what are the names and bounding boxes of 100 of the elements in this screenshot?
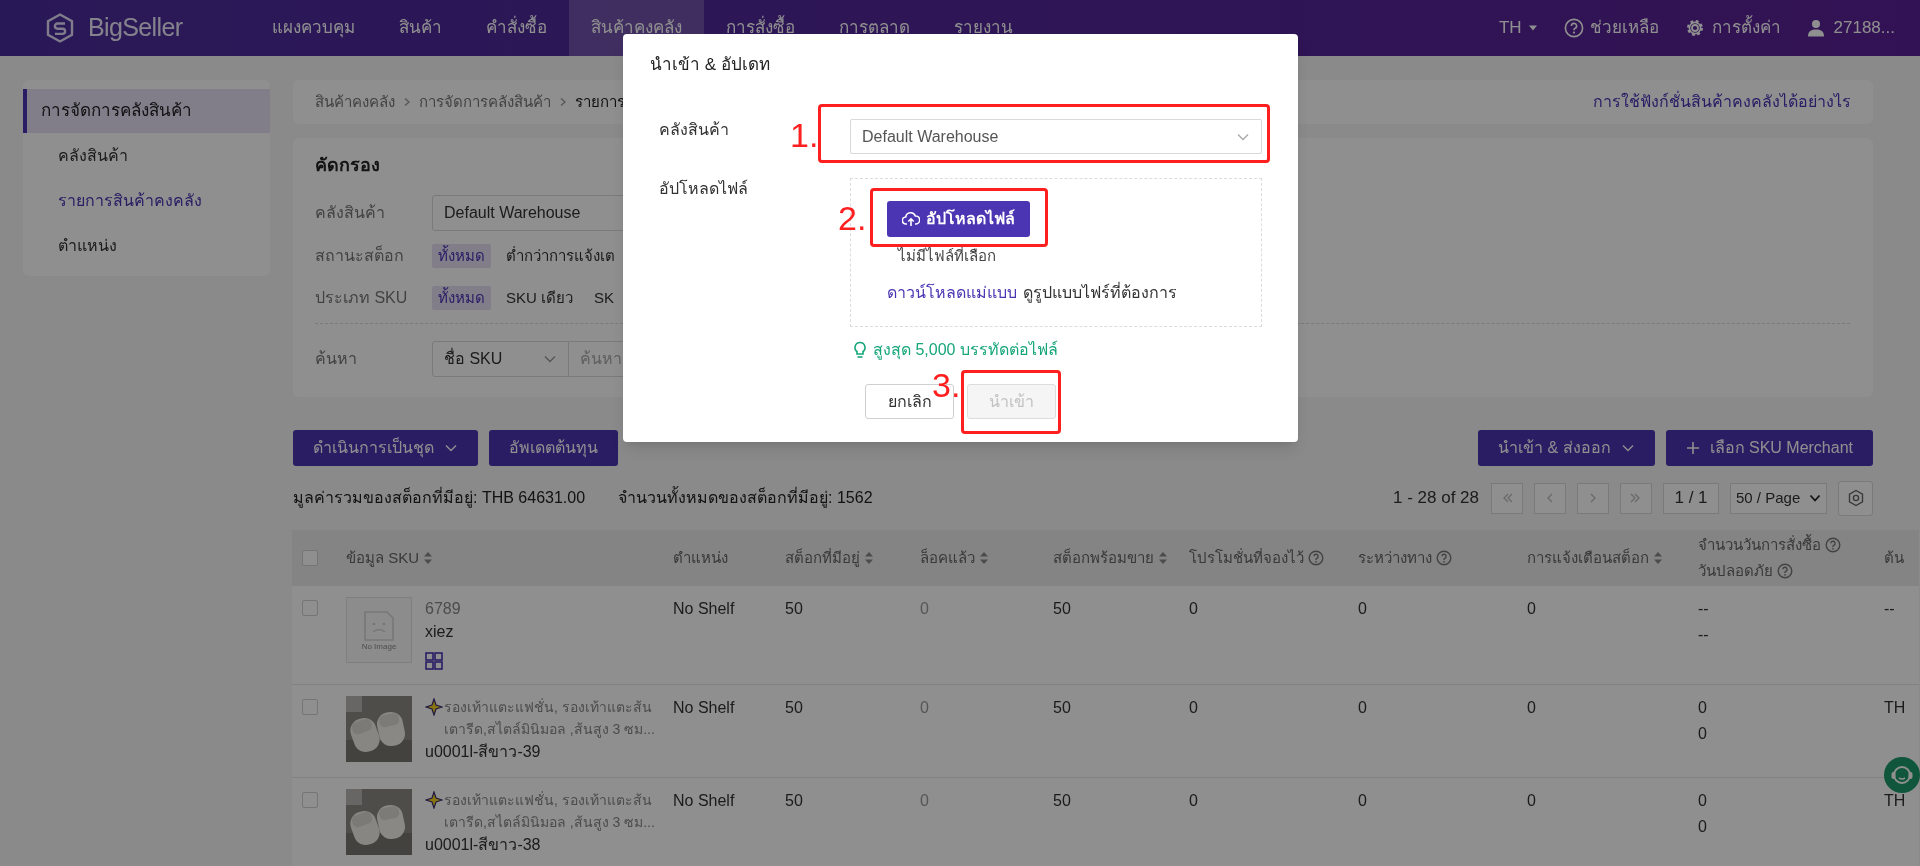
- action-button[interactable]: อัพเดตต้นทุน: [489, 430, 618, 466]
- first-page-button[interactable]: [1491, 482, 1523, 514]
- column-header[interactable]: สต็อกพร้อมขาย: [1053, 546, 1168, 570]
- table-cell-text: 50: [785, 791, 803, 811]
- column-header[interactable]: ระหว่างทาง: [1358, 546, 1452, 570]
- next-page-button[interactable]: [1577, 482, 1609, 514]
- field-label: คลังสินค้า: [659, 120, 729, 140]
- table-cell-text: --: [1884, 599, 1895, 619]
- table-cell-text: TH: [1884, 698, 1906, 718]
- previous-page-button[interactable]: [1534, 482, 1566, 514]
- column-header[interactable]: โปรโมชั่นที่จองไว้: [1189, 546, 1324, 570]
- filter-option[interactable]: SK: [588, 286, 621, 310]
- search-type-select[interactable]: ชื่อ SKU: [432, 341, 569, 377]
- filter-title: คัดกรอง: [315, 154, 381, 176]
- nav-tab[interactable]: สินค้า: [377, 0, 464, 56]
- logo-icon: [46, 13, 74, 43]
- column-settings-button[interactable]: [1838, 480, 1873, 516]
- checkbox[interactable]: [302, 600, 318, 616]
- table-cell-text: 0: [1189, 698, 1198, 718]
- table-cell-text: 0: [1527, 698, 1536, 718]
- lightbulb-icon: [853, 341, 867, 359]
- upload-cloud-icon: [902, 211, 920, 227]
- last-page-button[interactable]: [1620, 482, 1652, 514]
- table-cell-text: 0: [1358, 791, 1367, 811]
- page-size-select[interactable]: 50 / Page: [1730, 482, 1827, 514]
- filter-option[interactable]: SKU เดียว: [500, 286, 579, 310]
- product-title: รองเท้าแตะแฟชั่น, รองเท้าแตะส้นเตารีด,สไตล์มินิมอล ,ส้นสูง 3 ซม...: [444, 790, 656, 833]
- dialog-title: นำเข้า & อัปเดท: [649, 54, 771, 76]
- column-header[interactable]: ตำแหน่ง: [673, 546, 728, 570]
- breadcrumb-link[interactable]: การจัดการคลังสินค้า: [419, 90, 551, 114]
- checkbox[interactable]: [302, 792, 318, 808]
- table-cell-text: 0: [1189, 791, 1198, 811]
- table-cell-text: 0: [920, 791, 929, 811]
- help-link[interactable]: ช่วยเหลือ: [1563, 15, 1659, 41]
- user-menu[interactable]: 27188...: [1806, 15, 1895, 41]
- download-template-link[interactable]: ดาวน์โหลดแม่แบบ: [887, 282, 1017, 304]
- filter-option[interactable]: ทั้งหมด: [432, 244, 491, 268]
- sort-icon: [864, 551, 874, 565]
- table-cell-text: --: [1698, 599, 1709, 619]
- table-cell-text: No Shelf: [673, 698, 735, 718]
- table-cell-text: 0: [1698, 698, 1707, 718]
- sku-code: u0001l-สีขาว-39: [425, 742, 542, 762]
- table-cell-text: 0: [1189, 599, 1198, 619]
- warehouse-select[interactable]: Default Warehouse: [850, 119, 1262, 154]
- user-icon: [1806, 19, 1825, 37]
- column-header[interactable]: ข้อมูล SKU: [346, 546, 433, 570]
- table-cell-text: 50: [785, 698, 803, 718]
- nav-tab[interactable]: แผงควบคุม: [250, 0, 377, 56]
- table-cell-text: No Shelf: [673, 791, 735, 811]
- language-button[interactable]: TH: [1498, 15, 1538, 41]
- column-header[interactable]: สต็อกที่มีอยู่: [785, 546, 874, 570]
- table-cell-text: 0: [1698, 817, 1707, 837]
- action-button[interactable]: นำเข้า & ส่งออก: [1477, 430, 1655, 466]
- sidebar-item[interactable]: ตำแหน่ง: [23, 223, 270, 268]
- action-button[interactable]: เลือก SKU Merchant: [1665, 430, 1873, 466]
- upload-button[interactable]: อัปโหลดไฟล์: [887, 201, 1030, 237]
- caret-icon: [1527, 24, 1538, 32]
- filter-label: ประเภท SKU: [315, 288, 409, 308]
- product-title: รองเท้าแตะแฟชั่น, รองเท้าแตะส้นเตารีด,สไตล์มินิมอล ,ส้นสูง 3 ซม...: [444, 697, 656, 740]
- column-header[interactable]: ต้น: [1884, 546, 1904, 570]
- help-icon: [1825, 536, 1841, 553]
- sparkle-icon: [425, 791, 443, 809]
- breadcrumb-link[interactable]: สินค้าคงคลัง: [315, 90, 395, 114]
- chevron-right-icon: [403, 97, 411, 107]
- help-link[interactable]: การใช้ฟังก์ชั่นสินค้าคงคลังได้อย่างไร: [1593, 90, 1851, 114]
- sidebar-group[interactable]: การจัดการคลังสินค้า: [23, 89, 270, 133]
- sidebar-item[interactable]: คลังสินค้า: [23, 133, 270, 178]
- sort-icon: [979, 551, 989, 565]
- nav-tab[interactable]: คำสั่งซื้อ: [464, 0, 569, 56]
- column-header[interactable]: จำนวนวันการสั่งซื้อ: [1698, 533, 1841, 556]
- sort-icon: [1158, 551, 1168, 565]
- filter-option[interactable]: ต่ำกว่าการแจ้งเต: [500, 244, 621, 268]
- upload-status: ไม่มีไฟล์ที่เลือก: [898, 248, 996, 264]
- logo-text: BigSeller: [88, 12, 183, 44]
- column-header[interactable]: วันปลอดภัย: [1698, 560, 1793, 583]
- filter-label: สถานะสต็อก: [315, 244, 405, 266]
- table-cell-text: 0: [1698, 791, 1707, 811]
- sort-icon: [1653, 551, 1663, 565]
- action-button[interactable]: ดำเนินการเป็นชุด: [293, 430, 478, 466]
- filter-option[interactable]: ทั้งหมด: [432, 286, 491, 310]
- help-icon: [1436, 550, 1452, 566]
- page-input[interactable]: 1 / 1: [1663, 482, 1719, 514]
- settings-link[interactable]: การตั้งค่า: [1684, 15, 1781, 41]
- table-cell-text: 50: [1053, 698, 1071, 718]
- chevron-down-icon: [1809, 493, 1821, 503]
- table-cell-text: 0: [1527, 791, 1536, 811]
- table-cell-text: 50: [785, 599, 803, 619]
- grid-icon[interactable]: [425, 652, 443, 670]
- sidebar-item[interactable]: รายการสินค้าคงคลัง: [23, 178, 270, 223]
- annotation-number: 2.: [838, 201, 867, 235]
- chevron-right-icon: [559, 97, 567, 107]
- filter-label: คลังสินค้า: [315, 203, 386, 223]
- table-cell-text: 0: [920, 698, 929, 718]
- breadcrumb-link[interactable]: รายการ: [575, 90, 625, 114]
- column-header[interactable]: การแจ้งเตือนสต็อก: [1527, 546, 1663, 570]
- sku-code: u0001l-สีขาว-38: [425, 835, 542, 855]
- column-header[interactable]: ล็อคแล้ว: [920, 546, 989, 570]
- table-cell-text: 50: [1053, 791, 1071, 811]
- checkbox[interactable]: [302, 699, 318, 715]
- checkbox[interactable]: [302, 550, 318, 566]
